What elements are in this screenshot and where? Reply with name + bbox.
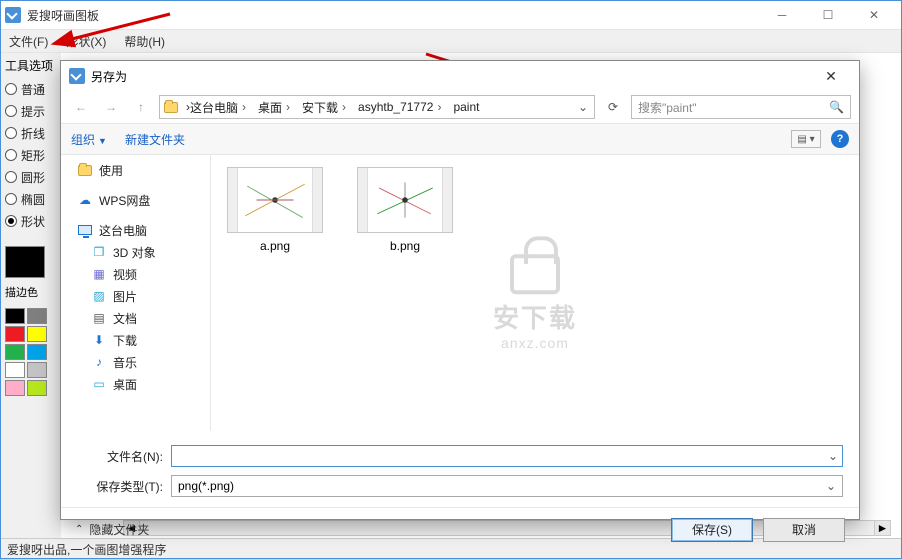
menu-help[interactable]: 帮助(H) [124,33,165,50]
left-panel: 工具选项 普通 提示 折线 矩形 圆形 椭圆 形状 描边色 [1,53,61,538]
nav-forward-button: → [99,95,123,119]
search-input[interactable]: 搜索"paint" 🔍 [631,95,851,119]
save-fields: 文件名(N): ⌄ 保存类型(T): png(*.png) ⌄ [61,431,859,507]
breadcrumb-dropdown-icon[interactable]: ⌄ [574,100,592,114]
file-item-b[interactable]: b.png [355,167,455,253]
tree-item-video[interactable]: ▦视频 [61,263,210,285]
chevron-down-icon: ⌄ [826,479,836,493]
app-title: 爱搜呀画图板 [27,7,99,24]
swatch[interactable] [27,326,47,342]
scroll-right-icon[interactable]: ► [874,521,890,535]
color-section: 描边色 [5,246,57,396]
shape-option-polyline[interactable]: 折线 [5,122,57,144]
nav-up-button[interactable]: ↑ [129,95,153,119]
folder-tree[interactable]: 使用 ☁WPS网盘 这台电脑 ❒3D 对象 ▦视频 ▨图片 ▤文档 ⬇下载 ♪音… [61,155,211,431]
chevron-down-icon[interactable]: ⌄ [828,449,838,463]
breadcrumb-item[interactable]: paint [447,96,485,118]
minimize-button[interactable]: ─ [759,1,805,29]
breadcrumb-item[interactable]: 桌面› [252,96,296,118]
file-pane[interactable]: a.png b.png 安下载 anxz.com [211,155,859,431]
dialog-toolbar: 组织▼ 新建文件夹 ▤ ▾ ? [61,123,859,155]
tree-item-doc[interactable]: ▤文档 [61,307,210,329]
app-logo-icon [5,7,21,23]
swatch[interactable] [27,380,47,396]
dialog-app-icon [69,68,85,84]
tree-item-use[interactable]: 使用 [61,159,210,181]
tool-options-label: 工具选项 [5,57,57,74]
watermark: 安下载 anxz.com [493,254,577,351]
shape-radio-list: 普通 提示 折线 矩形 圆形 椭圆 形状 [5,78,57,232]
breadcrumb-item[interactable]: asyhtb_71772› [352,96,447,118]
filetype-select[interactable]: png(*.png) ⌄ [171,475,843,497]
file-label: a.png [225,239,325,253]
current-color-swatch[interactable] [5,246,45,278]
shape-option-circle[interactable]: 圆形 [5,166,57,188]
tree-item-3d[interactable]: ❒3D 对象 [61,241,210,263]
close-button[interactable]: ✕ [851,1,897,29]
search-placeholder: 搜索"paint" [638,99,697,116]
folder-icon [162,102,180,113]
filename-input[interactable]: ⌄ [171,445,843,467]
thumbnail-icon [357,167,453,233]
color-palette [5,308,57,396]
search-icon: 🔍 [829,100,844,114]
maximize-button[interactable]: ☐ [805,1,851,29]
refresh-button[interactable]: ⟳ [601,95,625,119]
dialog-titlebar: 另存为 ✕ [61,61,859,91]
save-button[interactable]: 保存(S) [671,518,753,542]
swatch[interactable] [27,344,47,360]
help-icon[interactable]: ? [831,130,849,148]
view-options-button[interactable]: ▤ ▾ [791,130,821,148]
file-item-a[interactable]: a.png [225,167,325,253]
swatch[interactable] [5,362,25,378]
cancel-button[interactable]: 取消 [763,518,845,542]
nav-back-button[interactable]: ← [69,95,93,119]
filename-label: 文件名(N): [77,448,163,465]
thumbnail-icon [227,167,323,233]
menu-shape[interactable]: 形状(X) [66,33,106,50]
swatch[interactable] [5,344,25,360]
file-label: b.png [355,239,455,253]
tree-item-wps[interactable]: ☁WPS网盘 [61,189,210,211]
tree-item-thispc[interactable]: 这台电脑 [61,219,210,241]
shape-option-ellipse[interactable]: 椭圆 [5,188,57,210]
breadcrumb-bar[interactable]: › 这台电脑› 桌面› 安下载› asyhtb_71772› paint ⌄ [159,95,595,119]
filetype-label: 保存类型(T): [77,478,163,495]
tree-item-pic[interactable]: ▨图片 [61,285,210,307]
menu-file[interactable]: 文件(F) [9,33,48,50]
organize-menu[interactable]: 组织▼ [71,131,107,148]
shape-option-rect[interactable]: 矩形 [5,144,57,166]
tree-item-desktop[interactable]: ▭桌面 [61,373,210,395]
dialog-close-button[interactable]: ✕ [811,62,851,90]
breadcrumb-item[interactable]: › 这台电脑› [180,96,252,118]
chevron-up-icon: ⌃ [75,524,83,535]
tree-item-download[interactable]: ⬇下载 [61,329,210,351]
lock-icon [510,254,560,294]
shape-option-normal[interactable]: 普通 [5,78,57,100]
swatch[interactable] [27,308,47,324]
save-as-dialog: 另存为 ✕ ← → ↑ › 这台电脑› 桌面› 安下载› asyhtb_7177… [60,60,860,520]
dialog-footer: ⌃ 隐藏文件夹 保存(S) 取消 [61,507,859,551]
swatch[interactable] [5,380,25,396]
new-folder-button[interactable]: 新建文件夹 [125,131,185,148]
shape-option-hint[interactable]: 提示 [5,100,57,122]
swatch[interactable] [5,326,25,342]
dialog-title: 另存为 [91,68,127,85]
breadcrumb-item[interactable]: 安下载› [296,96,352,118]
shape-option-shape[interactable]: 形状 [5,210,57,232]
hide-folders-toggle[interactable]: ⌃ 隐藏文件夹 [75,521,149,538]
nav-row: ← → ↑ › 这台电脑› 桌面› 安下载› asyhtb_71772› pai… [61,91,859,123]
main-titlebar: 爱搜呀画图板 ─ ☐ ✕ [1,1,901,29]
tree-item-music[interactable]: ♪音乐 [61,351,210,373]
swatch[interactable] [27,362,47,378]
stroke-color-label: 描边色 [5,284,57,300]
swatch[interactable] [5,308,25,324]
menubar: 文件(F) 形状(X) 帮助(H) [1,29,901,53]
